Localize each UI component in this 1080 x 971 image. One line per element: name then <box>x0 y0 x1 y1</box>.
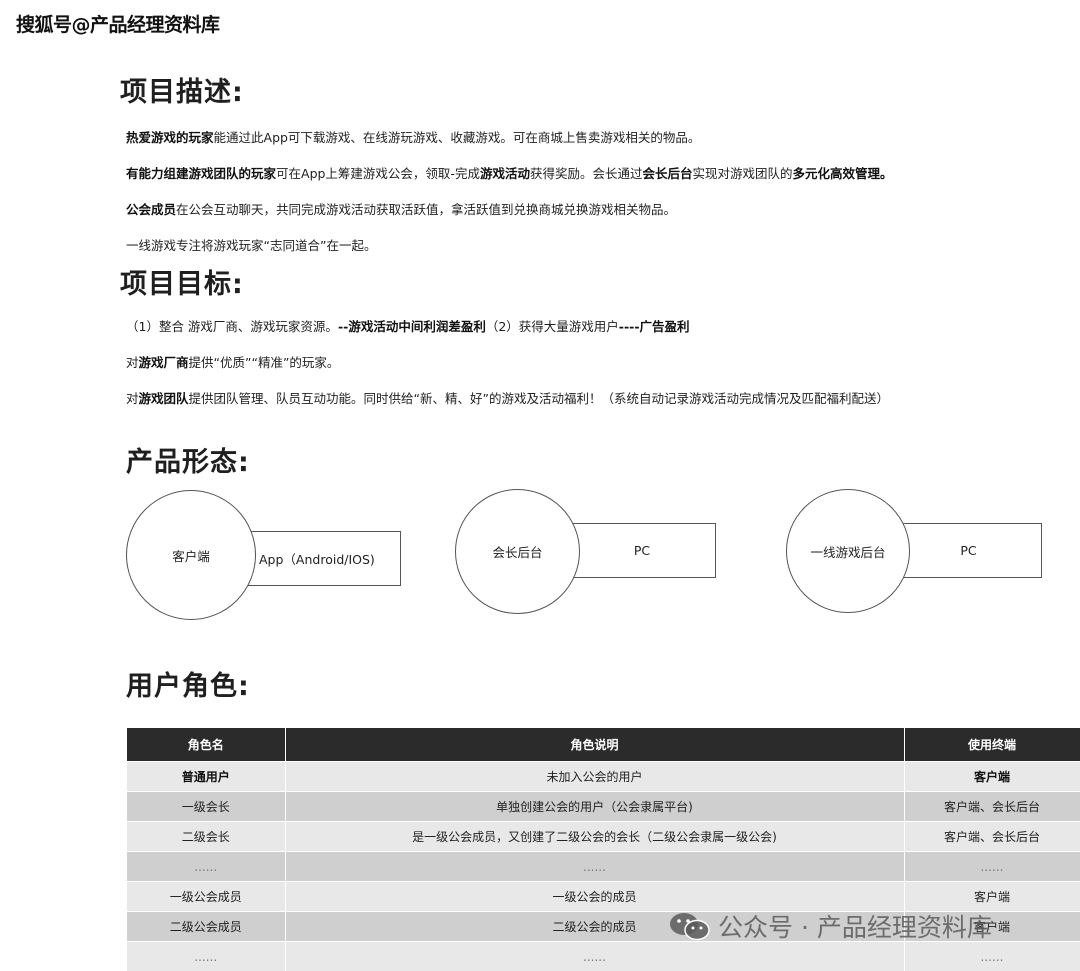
table-cell-desc: 未加入公会的用户 <box>285 762 904 792</box>
form-box-admin-pc: PC <box>895 523 1042 578</box>
wechat-icon <box>668 911 712 941</box>
table-header-role-name: 角色名 <box>127 728 285 762</box>
description-text-1: 能通过此App可下载游戏、在线游玩游戏、收藏游戏。可在商城上售卖游戏相关的物品。 <box>214 130 701 145</box>
form-circle-leader-backend: 会长后台 <box>455 489 580 614</box>
table-cell-role: 普通用户 <box>127 762 285 792</box>
description-bold-players: 热爱游戏的玩家 <box>126 130 214 145</box>
description-paragraph-4: 一线游戏专注将游戏玩家“志同道合”在一起。 <box>126 235 376 254</box>
goal-bold-teams: 游戏团队 <box>139 391 189 406</box>
table-row: ...... ...... ...... <box>127 852 1080 882</box>
description-bold-team-players: 有能力组建游戏团队的玩家 <box>126 166 276 181</box>
description-text-4: 一线游戏专注将游戏玩家“志同道合”在一起。 <box>126 238 376 253</box>
goal-text-1b: （2）获得大量游戏用户 <box>486 319 619 334</box>
table-cell-role: 二级会长 <box>127 822 285 852</box>
table-row: 一级公会成员 一级公会的成员 客户端 <box>127 882 1080 912</box>
table-row: 二级会长 是一级公会成员，又创建了二级公会的会长（二级公会隶属一级公会) 客户端… <box>127 822 1080 852</box>
table-cell-terminal: 客户端、会长后台 <box>904 792 1080 822</box>
description-paragraph-3: 公会成员在公会互动聊天，共同完成游戏活动获取活跃值，拿活跃值到兑换商城兑换游戏相… <box>126 199 676 218</box>
table-cell-terminal: ...... <box>904 852 1080 882</box>
table-cell-terminal: ...... <box>904 942 1080 971</box>
description-text-2c: 实现对游戏团队的 <box>693 166 793 181</box>
table-cell-terminal: 客户端、会长后台 <box>904 822 1080 852</box>
table-cell-desc: 一级公会的成员 <box>285 882 904 912</box>
table-cell-role: ...... <box>127 942 285 971</box>
description-paragraph-2: 有能力组建游戏团队的玩家可在App上筹建游戏公会，领取-完成游戏活动获得奖励。会… <box>126 163 893 182</box>
section-title-user-roles: 用户角色: <box>126 664 250 703</box>
description-paragraph-1: 热爱游戏的玩家能通过此App可下载游戏、在线游玩游戏、收藏游戏。可在商城上售卖游… <box>126 127 700 146</box>
goal-text-2a: 对 <box>126 355 139 370</box>
form-box-app-label: App（Android/IOS) <box>259 549 375 568</box>
goal-line-1: （1）整合 游戏厂商、游戏玩家资源。--游戏活动中间利润差盈利（2）获得大量游戏… <box>126 316 690 335</box>
watermark-top: 搜狐号@产品经理资料库 <box>16 10 220 37</box>
goal-text-3b: 提供团队管理、队员互动功能。同时供给“新、精、好”的游戏及活动福利！（系统自动记… <box>189 391 889 406</box>
table-cell-desc: 是一级公会成员，又创建了二级公会的会长（二级公会隶属一级公会) <box>285 822 904 852</box>
watermark-bottom: 公众号 · 产品经理资料库 <box>668 908 992 944</box>
section-title-product-form: 产品形态: <box>126 440 250 479</box>
table-row: 普通用户 未加入公会的用户 客户端 <box>127 762 1080 792</box>
form-box-admin-pc-label: PC <box>960 543 976 558</box>
table-header-terminal: 使用终端 <box>904 728 1080 762</box>
table-header-row: 角色名 角色说明 使用终端 <box>127 728 1080 762</box>
form-circle-client: 客户端 <box>126 490 256 620</box>
table-cell-role: ...... <box>127 852 285 882</box>
form-box-leader-pc: PC <box>568 523 716 578</box>
form-circle-admin-backend-label: 一线游戏后台 <box>810 542 885 561</box>
table-cell-desc: 单独创建公会的用户（公会隶属平台) <box>285 792 904 822</box>
goal-bold-profit: --游戏活动中间利润差盈利 <box>338 319 486 334</box>
table-cell-terminal: 客户端 <box>904 762 1080 792</box>
goal-text-3a: 对 <box>126 391 139 406</box>
section-title-goal: 项目目标: <box>120 262 244 301</box>
description-bold-members: 公会成员 <box>126 202 176 217</box>
goal-text-1a: （1）整合 游戏厂商、游戏玩家资源。 <box>126 319 338 334</box>
description-bold-activity: 游戏活动 <box>480 166 530 181</box>
table-cell-desc: ...... <box>285 942 904 971</box>
description-bold-management: 多元化高效管理。 <box>793 166 893 181</box>
description-text-3: 在公会互动聊天，共同完成游戏活动获取活跃值，拿活跃值到兑换商城兑换游戏相关物品。 <box>176 202 676 217</box>
table-cell-role: 一级会长 <box>127 792 285 822</box>
description-text-2b: 获得奖励。会长通过 <box>530 166 643 181</box>
table-header-role-desc: 角色说明 <box>285 728 904 762</box>
description-bold-leader-backend: 会长后台 <box>642 166 692 181</box>
table-cell-role: 二级公会成员 <box>127 912 285 942</box>
form-circle-admin-backend: 一线游戏后台 <box>786 489 910 613</box>
table-row: ...... ...... ...... <box>127 942 1080 971</box>
table-cell-desc: ...... <box>285 852 904 882</box>
table-cell-role: 一级公会成员 <box>127 882 285 912</box>
goal-line-3: 对游戏团队提供团队管理、队员互动功能。同时供给“新、精、好”的游戏及活动福利！（… <box>126 388 889 407</box>
description-text-2a: 可在App上筹建游戏公会，领取-完成 <box>276 166 480 181</box>
goal-line-2: 对游戏厂商提供“优质”“精准”的玩家。 <box>126 352 339 371</box>
form-box-app: App（Android/IOS) <box>242 531 401 586</box>
form-circle-client-label: 客户端 <box>172 546 210 565</box>
form-circle-leader-backend-label: 会长后台 <box>492 542 542 561</box>
goal-bold-vendors: 游戏厂商 <box>139 355 189 370</box>
table-cell-terminal: 客户端 <box>904 882 1080 912</box>
table-row: 一级会长 单独创建公会的用户（公会隶属平台) 客户端、会长后台 <box>127 792 1080 822</box>
goal-text-2b: 提供“优质”“精准”的玩家。 <box>189 355 340 370</box>
form-box-leader-pc-label: PC <box>634 543 650 558</box>
watermark-bottom-text: 公众号 · 产品经理资料库 <box>718 908 992 944</box>
section-title-description: 项目描述: <box>120 70 244 109</box>
goal-bold-ads: ----广告盈利 <box>619 319 690 334</box>
